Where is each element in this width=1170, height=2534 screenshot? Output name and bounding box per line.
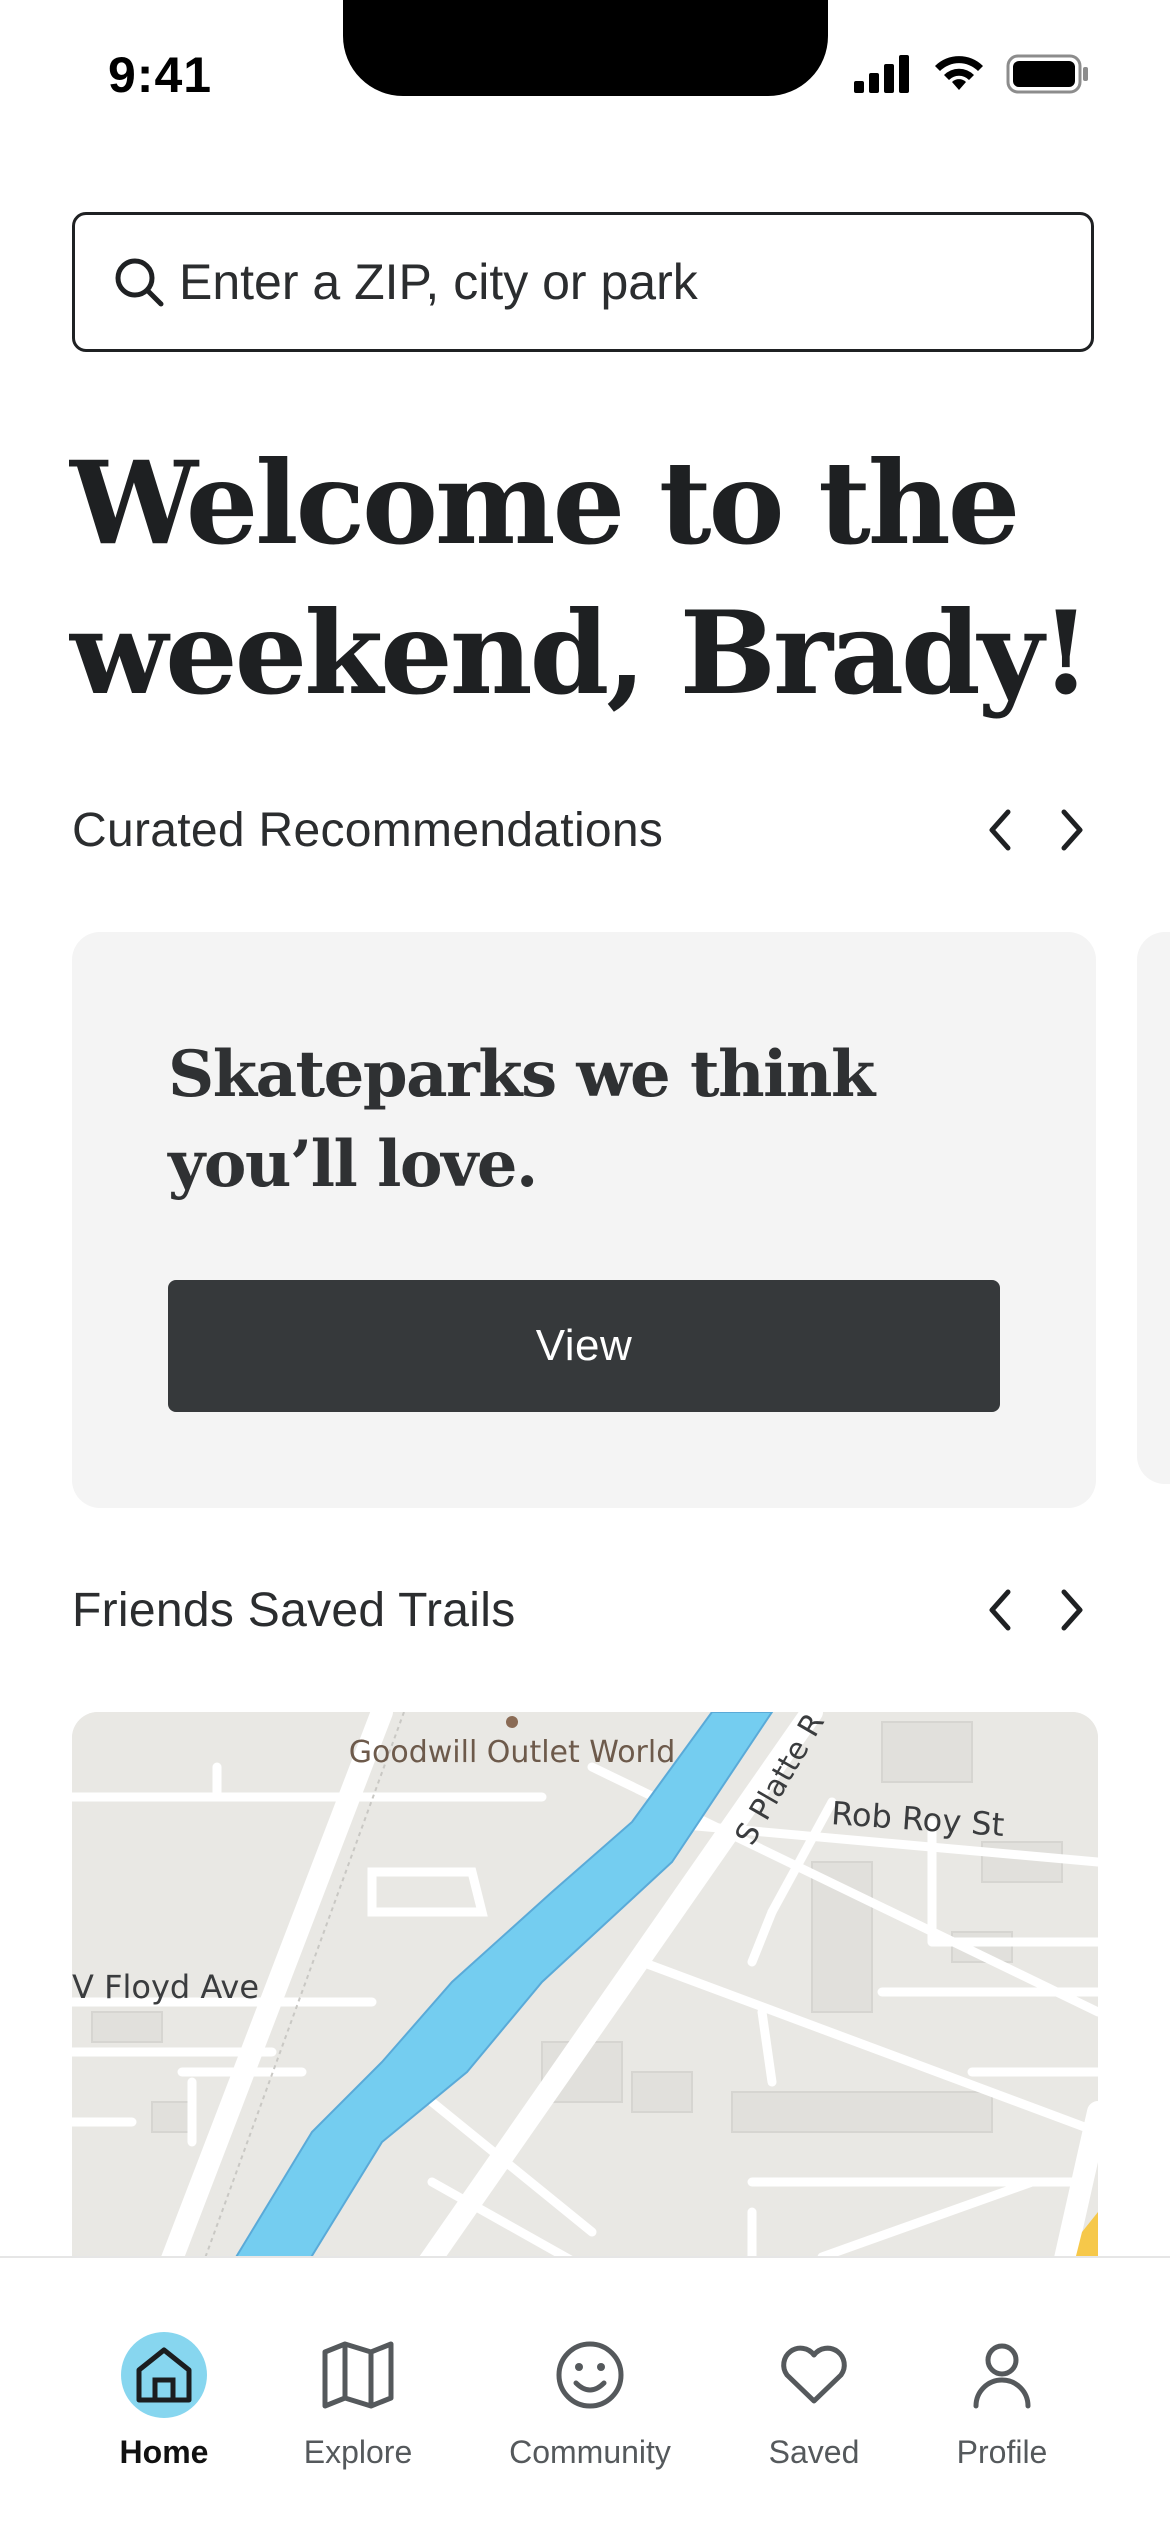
user-icon xyxy=(973,2343,1031,2409)
status-bar: 9:41 xyxy=(0,0,1170,150)
nav-item-home[interactable]: Home xyxy=(64,2258,264,2478)
map-label-poi: Goodwill Outlet World xyxy=(349,1735,676,1770)
map-icon xyxy=(322,2341,394,2409)
nav-profile-icon-wrap xyxy=(957,2330,1047,2420)
curated-next-button[interactable] xyxy=(1046,804,1098,856)
nav-label-saved: Saved xyxy=(768,2434,860,2470)
nav-label-community: Community xyxy=(509,2434,671,2470)
nav-community-icon-wrap xyxy=(545,2330,635,2420)
nav-item-community[interactable]: Community xyxy=(490,2258,690,2478)
page-title: Welcome to the weekend, Brady! xyxy=(70,436,1091,720)
device-notch xyxy=(343,0,828,96)
view-button[interactable]: View xyxy=(168,1280,1000,1412)
search-input[interactable] xyxy=(179,253,1059,311)
curated-carousel-controls xyxy=(974,804,1098,856)
battery-icon xyxy=(1006,54,1088,94)
cellular-signal-icon xyxy=(854,55,909,93)
curated-title: Curated Recommendations xyxy=(72,803,664,857)
search-bar[interactable] xyxy=(72,212,1094,352)
chevron-right-icon xyxy=(1061,1589,1083,1631)
nav-item-profile[interactable]: Profile xyxy=(902,2258,1102,2478)
nav-label-explore: Explore xyxy=(303,2434,413,2470)
wifi-icon xyxy=(935,56,983,90)
status-icons xyxy=(854,54,1090,94)
nav-home-icon-wrap xyxy=(119,2330,209,2420)
curated-prev-button[interactable] xyxy=(974,804,1026,856)
friends-trails-header: Friends Saved Trails xyxy=(72,1570,1098,1650)
recommendation-card-title: Skateparks we think you’ll love. xyxy=(168,1037,875,1202)
nav-item-saved[interactable]: Saved xyxy=(714,2258,914,2478)
trails-prev-button[interactable] xyxy=(974,1584,1026,1636)
nav-item-explore[interactable]: Explore xyxy=(258,2258,458,2478)
heart-icon xyxy=(781,2345,847,2404)
next-recommendation-card[interactable] xyxy=(1137,932,1170,1484)
trails-carousel-controls xyxy=(974,1584,1098,1636)
nav-label-profile: Profile xyxy=(956,2434,1048,2470)
map-canvas: Goodwill Outlet World S Platte R Rob Roy… xyxy=(72,1712,1098,2272)
chevron-left-icon xyxy=(989,809,1011,851)
recommendation-card: Skateparks we think you’ll love. View xyxy=(72,932,1096,1508)
nav-label-home: Home xyxy=(119,2434,209,2470)
nav-explore-icon-wrap xyxy=(313,2330,403,2420)
trails-next-button[interactable] xyxy=(1046,1584,1098,1636)
home-icon xyxy=(136,2347,192,2403)
chevron-right-icon xyxy=(1061,809,1083,851)
nav-saved-icon-wrap xyxy=(769,2330,859,2420)
status-time: 9:41 xyxy=(108,47,213,103)
smiley-icon xyxy=(556,2341,624,2409)
curated-header: Curated Recommendations xyxy=(72,790,1098,870)
trail-map[interactable]: Goodwill Outlet World S Platte R Rob Roy… xyxy=(72,1712,1098,2272)
friends-trails-title: Friends Saved Trails xyxy=(72,1583,516,1637)
search-icon xyxy=(115,258,164,307)
map-label-street-floyd: V Floyd Ave xyxy=(72,1968,259,2006)
bottom-nav: Home Explore Community Saved Profile xyxy=(0,2256,1170,2534)
chevron-left-icon xyxy=(989,1589,1011,1631)
